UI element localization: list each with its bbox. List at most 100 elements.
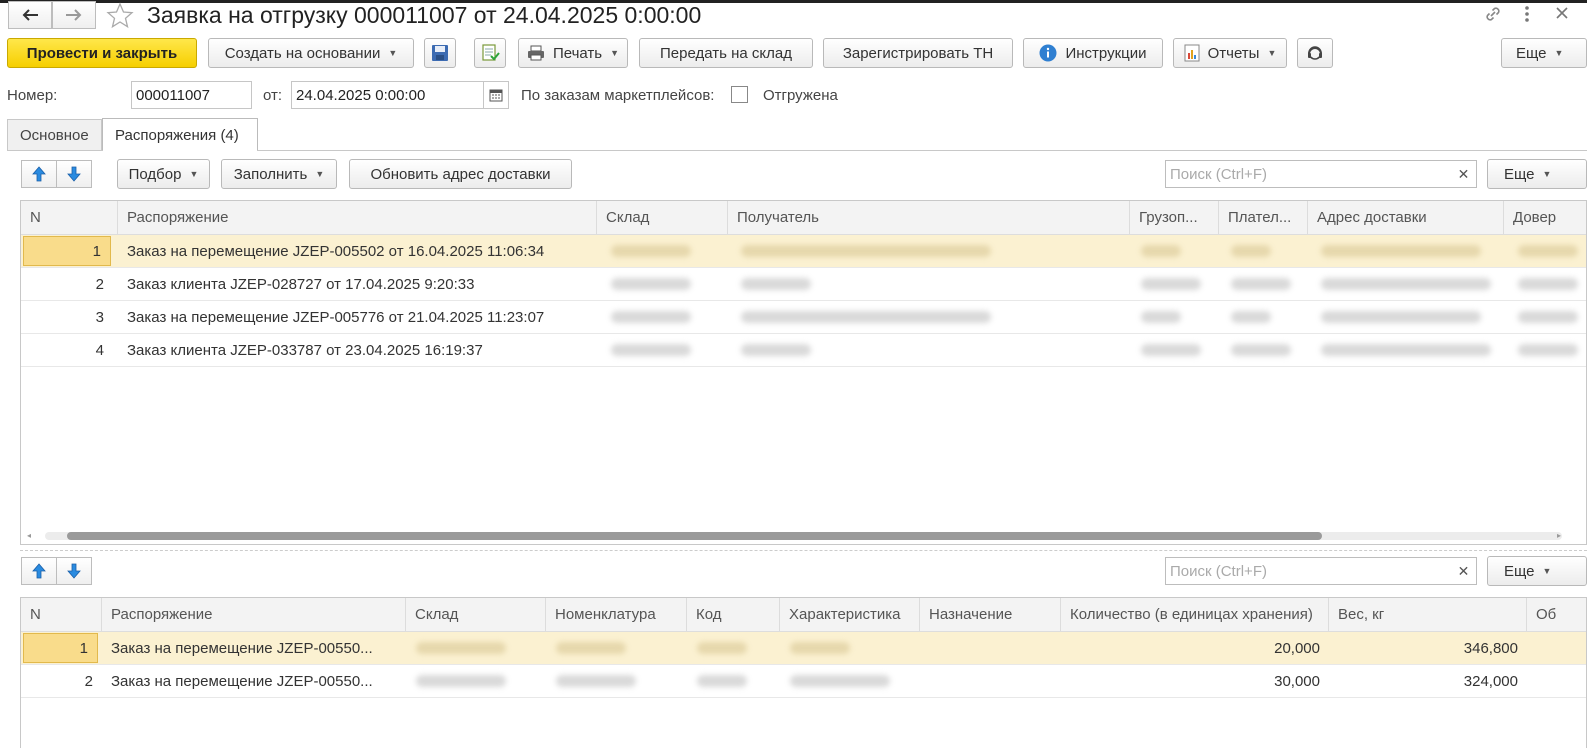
- bottom-move-down-button[interactable]: [56, 557, 92, 585]
- tab-main[interactable]: Основное: [7, 119, 102, 151]
- scroll-left-icon[interactable]: ◂: [27, 531, 31, 540]
- clear-icon: ✕: [1457, 562, 1470, 579]
- close-icon[interactable]: [1554, 4, 1570, 26]
- fill-label: Заполнить: [233, 165, 308, 183]
- blurred-address: [1321, 278, 1491, 290]
- panel-splitter[interactable]: [20, 550, 1587, 551]
- favorite-star-icon[interactable]: [106, 2, 134, 34]
- blurred-recipient: [741, 245, 991, 257]
- col-quantity[interactable]: Количество (в единицах хранения): [1061, 598, 1329, 631]
- arrow-left-icon: [22, 9, 38, 21]
- col-n[interactable]: N: [21, 201, 118, 234]
- col-weight[interactable]: Вес, кг: [1329, 598, 1527, 631]
- blurred-warehouse: [416, 642, 506, 654]
- move-up-button[interactable]: [21, 160, 57, 188]
- instructions-label: Инструкции: [1065, 44, 1147, 62]
- table-row[interactable]: 2 Заказ на перемещение JZEP-00550... 30,…: [21, 665, 1586, 698]
- blurred-code: [697, 675, 747, 687]
- instructions-button[interactable]: Инструкции: [1023, 38, 1163, 68]
- dropdown-arrow-icon: ▼: [1267, 48, 1277, 58]
- row-order: Заказ на перемещение JZEP-005502 от 16.0…: [127, 242, 545, 260]
- col-delivery-address[interactable]: Адрес доставки: [1308, 201, 1504, 234]
- move-down-button[interactable]: [56, 160, 92, 188]
- bottom-search-input[interactable]: Поиск (Ctrl+F): [1165, 557, 1452, 585]
- post-and-close-button[interactable]: Провести и закрыть: [7, 38, 197, 68]
- selection-button[interactable]: Подбор ▼: [117, 159, 210, 189]
- fill-button[interactable]: Заполнить ▼: [221, 159, 337, 189]
- goods-table-header: N Распоряжение Склад Номенклатура Код Ха…: [21, 598, 1586, 632]
- col-characteristic[interactable]: Характеристика: [780, 598, 920, 631]
- reports-button[interactable]: Отчеты ▼: [1173, 38, 1287, 68]
- save-button[interactable]: [424, 38, 456, 68]
- arrow-up-icon: [32, 563, 46, 579]
- blurred-payer: [1231, 278, 1291, 290]
- bottom-move-up-button[interactable]: [21, 557, 57, 585]
- table-row[interactable]: 3 Заказ на перемещение JZEP-005776 от 21…: [21, 301, 1586, 334]
- more-toolbar-button[interactable]: Еще ▼: [1501, 38, 1587, 68]
- col-consignee[interactable]: Грузоп...: [1130, 201, 1219, 234]
- calendar-button[interactable]: [483, 81, 509, 109]
- col-n[interactable]: N: [21, 598, 102, 631]
- bottom-search-clear-button[interactable]: ✕: [1451, 557, 1477, 585]
- dropdown-arrow-icon: ▼: [1542, 169, 1552, 179]
- table-row[interactable]: 1 Заказ на перемещение JZEP-00550... 20,…: [21, 632, 1586, 665]
- arrow-up-icon: [32, 166, 46, 182]
- update-address-button[interactable]: Обновить адрес доставки: [349, 159, 572, 189]
- blurred-address: [1321, 245, 1481, 257]
- more-label: Еще: [1516, 44, 1547, 62]
- scrollbar-thumb[interactable]: [67, 532, 1322, 540]
- table-row[interactable]: 4 Заказ клиента JZEP-033787 от 23.04.202…: [21, 334, 1586, 367]
- blurred-payer: [1231, 344, 1291, 356]
- report-icon: [1184, 44, 1200, 62]
- col-power-of-attorney[interactable]: Довер: [1504, 201, 1586, 234]
- forward-button[interactable]: [52, 1, 96, 29]
- transfer-to-warehouse-button[interactable]: Передать на склад: [639, 38, 813, 68]
- col-warehouse[interactable]: Склад: [597, 201, 728, 234]
- post-document-button[interactable]: [474, 38, 506, 68]
- date-input[interactable]: 24.04.2025 0:00:00: [291, 81, 484, 109]
- blurred-characteristic: [790, 642, 850, 654]
- support-button[interactable]: [1297, 38, 1333, 68]
- col-order[interactable]: Распоряжение: [118, 201, 597, 234]
- table-row[interactable]: 1 Заказ на перемещение JZEP-005502 от 16…: [21, 235, 1586, 268]
- back-button[interactable]: [8, 1, 52, 29]
- blurred-nomenclature: [556, 642, 626, 654]
- col-purpose[interactable]: Назначение: [920, 598, 1061, 631]
- table-row[interactable]: 2 Заказ клиента JZEP-028727 от 17.04.202…: [21, 268, 1586, 301]
- bottom-more-button[interactable]: Еще ▼: [1487, 556, 1587, 586]
- scroll-right-icon[interactable]: ▸: [1557, 531, 1561, 540]
- col-order[interactable]: Распоряжение: [102, 598, 406, 631]
- col-warehouse[interactable]: Склад: [406, 598, 546, 631]
- row-number: 2: [95, 275, 104, 293]
- row-number: 2: [84, 672, 93, 690]
- orders-table[interactable]: N Распоряжение Склад Получатель Грузоп..…: [20, 200, 1587, 545]
- print-label: Печать: [552, 44, 603, 62]
- col-code[interactable]: Код: [687, 598, 780, 631]
- top-search-clear-button[interactable]: ✕: [1451, 160, 1477, 188]
- more-vertical-icon[interactable]: [1522, 4, 1532, 28]
- print-button[interactable]: Печать ▼: [518, 38, 628, 68]
- horizontal-scrollbar[interactable]: [45, 532, 1562, 540]
- col-payer[interactable]: Плател...: [1219, 201, 1308, 234]
- tab-orders[interactable]: Распоряжения (4): [102, 118, 258, 151]
- goods-table[interactable]: N Распоряжение Склад Номенклатура Код Ха…: [20, 597, 1587, 748]
- blurred-code: [697, 642, 747, 654]
- blurred-consignee: [1141, 311, 1181, 323]
- top-search-input[interactable]: Поиск (Ctrl+F): [1165, 160, 1452, 188]
- top-more-button[interactable]: Еще ▼: [1487, 159, 1587, 189]
- blurred-payer: [1231, 311, 1271, 323]
- col-recipient[interactable]: Получатель: [728, 201, 1130, 234]
- blurred-poa: [1518, 344, 1578, 356]
- arrow-down-icon: [67, 563, 81, 579]
- row-number: 4: [95, 341, 104, 359]
- register-tn-button[interactable]: Зарегистрировать ТН: [823, 38, 1013, 68]
- col-nomenclature[interactable]: Номенклатура: [546, 598, 687, 631]
- blurred-warehouse: [416, 675, 506, 687]
- col-volume[interactable]: Об: [1527, 598, 1586, 631]
- marketplace-checkbox[interactable]: [731, 86, 748, 103]
- number-input[interactable]: 000011007: [131, 81, 252, 109]
- create-based-on-button[interactable]: Создать на основании ▼: [208, 38, 414, 68]
- row-weight: 346,800: [1463, 639, 1518, 657]
- link-icon[interactable]: [1482, 3, 1504, 29]
- create-based-on-label: Создать на основании: [224, 44, 381, 62]
